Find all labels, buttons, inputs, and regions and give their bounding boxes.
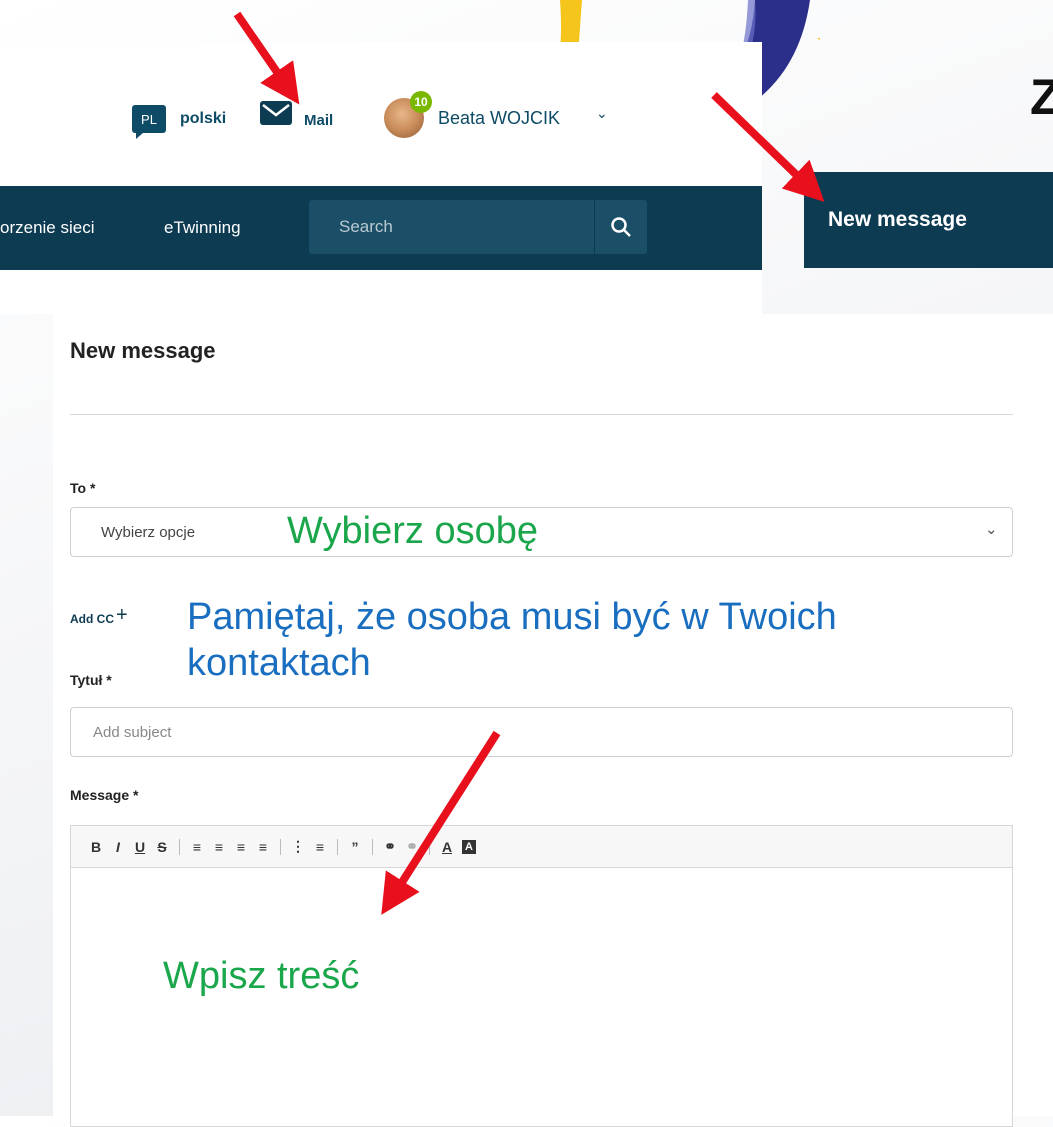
subject-label: Tytuł *: [70, 672, 112, 688]
annotation-choose-person: Wybierz osobę: [287, 510, 538, 552]
annotation-contacts-line1: Pamiętaj, że osoba musi być w Twoich: [187, 596, 837, 638]
unlink-icon[interactable]: ⚭: [401, 838, 423, 855]
background-color-icon[interactable]: A: [462, 839, 476, 854]
subject-input[interactable]: Add subject: [70, 707, 1013, 757]
user-menu-name[interactable]: Beata WOJCIK: [438, 108, 560, 129]
annotation-write-content: Wpisz treść: [163, 955, 360, 997]
bold-button[interactable]: B: [85, 839, 107, 855]
toolbar-separator: [429, 838, 430, 855]
search-icon: [611, 217, 631, 237]
message-label: Message *: [70, 787, 139, 803]
align-right-icon[interactable]: ≡: [230, 839, 252, 855]
toolbar-separator: [280, 838, 281, 855]
align-left-icon[interactable]: ≡: [186, 839, 208, 855]
bullet-list-icon[interactable]: ⋮: [287, 838, 309, 855]
link-icon[interactable]: ⚭: [379, 838, 401, 855]
strikethrough-button[interactable]: S: [151, 839, 173, 855]
editor-toolbar: B I U S ≡ ≡ ≡ ≡ ⋮ ≡ ” ⚭ ⚭ A A: [70, 825, 1013, 867]
align-center-icon[interactable]: ≡: [208, 839, 230, 855]
annotation-contacts-line2: kontaktach: [187, 642, 371, 684]
nav-item-networking[interactable]: orzenie sieci: [0, 218, 95, 238]
numbered-list-icon[interactable]: ≡: [309, 839, 331, 855]
search-button[interactable]: [594, 200, 647, 254]
language-selector[interactable]: polski: [180, 110, 226, 128]
recipient-select[interactable]: Wybierz opcje: [70, 507, 1013, 557]
plus-icon[interactable]: +: [116, 604, 128, 627]
annotation-contacts-note: Pamiętaj, że osoba musi być w Twoich kon…: [187, 594, 837, 686]
nav-item-etwinning[interactable]: eTwinning: [164, 218, 241, 238]
search-input[interactable]: Search: [309, 200, 594, 254]
mail-link[interactable]: Mail: [304, 112, 333, 129]
chevron-down-icon[interactable]: ⌄: [985, 520, 998, 538]
language-badge[interactable]: PL: [132, 105, 166, 139]
toolbar-separator: [337, 838, 338, 855]
page-title: New message: [70, 338, 216, 363]
site-header: [0, 42, 762, 314]
italic-button[interactable]: I: [107, 839, 129, 855]
new-message-button[interactable]: New message: [804, 172, 1053, 268]
page-heading-partial: Z: [1030, 69, 1053, 125]
chevron-down-icon[interactable]: ⌄: [596, 105, 608, 122]
justify-icon[interactable]: ≡: [252, 839, 274, 855]
underline-button[interactable]: U: [129, 839, 151, 855]
mail-icon[interactable]: [258, 98, 294, 128]
notification-badge: 10: [410, 91, 432, 113]
toolbar-separator: [179, 838, 180, 855]
quote-icon[interactable]: ”: [344, 839, 366, 855]
to-label: To *: [70, 480, 96, 496]
font-color-icon[interactable]: A: [436, 839, 458, 855]
divider: [70, 414, 1013, 415]
toolbar-separator: [372, 838, 373, 855]
add-cc-button[interactable]: Add CC: [70, 612, 114, 626]
